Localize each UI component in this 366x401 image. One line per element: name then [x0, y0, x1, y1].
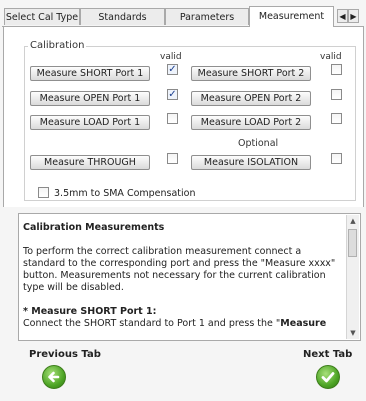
measure-load-port2-button[interactable]: Measure LOAD Port 2 — [191, 115, 311, 130]
valid-isolation-checkbox[interactable] — [331, 153, 342, 164]
valid-short-port1-checkbox[interactable]: ✓ — [167, 64, 178, 75]
next-tab-label: Next Tab — [303, 349, 353, 360]
valid-load-port2-checkbox[interactable] — [331, 113, 342, 124]
optional-label: Optional — [238, 138, 279, 149]
next-tab-button[interactable] — [316, 365, 340, 389]
arrow-left-icon — [48, 371, 60, 383]
description-step-text: Connect the SHORT standard to Port 1 and… — [23, 318, 341, 330]
description-title: Calibration Measurements — [23, 222, 165, 233]
measure-short-port1-button[interactable]: Measure SHORT Port 1 — [30, 66, 150, 81]
previous-tab-label: Previous Tab — [29, 349, 101, 360]
measure-short-port2-button[interactable]: Measure SHORT Port 2 — [191, 66, 311, 81]
description-step-bold: Measure — [280, 318, 327, 329]
measure-through-button[interactable]: Measure THROUGH — [30, 155, 150, 170]
description-scrollbar[interactable]: ▲ ▼ — [346, 215, 359, 339]
description-step-body: Connect the SHORT standard to Port 1 and… — [23, 318, 281, 329]
calibration-legend: Calibration — [28, 40, 87, 51]
valid-load-port1-checkbox[interactable] — [167, 113, 178, 124]
valid-header-port1: valid — [160, 52, 182, 62]
sma-compensation-checkbox[interactable] — [38, 187, 49, 198]
previous-tab-button[interactable] — [42, 365, 66, 389]
scroll-down-icon[interactable]: ▼ — [347, 327, 359, 339]
calibration-group: Calibration valid valid Measure SHORT Po… — [0, 0, 366, 210]
valid-through-checkbox[interactable] — [167, 153, 178, 164]
measure-open-port1-button[interactable]: Measure OPEN Port 1 — [30, 91, 150, 106]
measure-open-port2-button[interactable]: Measure OPEN Port 2 — [191, 91, 311, 106]
description-paragraph: To perform the correct calibration measu… — [23, 246, 336, 293]
measure-load-port1-button[interactable]: Measure LOAD Port 1 — [30, 115, 150, 130]
scroll-up-icon[interactable]: ▲ — [347, 215, 359, 227]
sma-compensation-label: 3.5mm to SMA Compensation — [54, 188, 196, 199]
valid-header-port2: valid — [320, 52, 342, 62]
check-icon: ✓ — [168, 89, 177, 100]
measure-isolation-button[interactable]: Measure ISOLATION — [191, 155, 311, 170]
valid-open-port1-checkbox[interactable]: ✓ — [167, 89, 178, 100]
description-text: Calibration Measurements To perform the … — [23, 222, 341, 330]
valid-short-port2-checkbox[interactable] — [331, 64, 342, 75]
check-icon: ✓ — [168, 64, 177, 75]
description-step-title: * Measure SHORT Port 1: — [23, 306, 157, 317]
checkmark-icon — [321, 372, 335, 383]
scroll-thumb[interactable] — [348, 229, 357, 257]
description-panel: Calibration Measurements To perform the … — [18, 213, 361, 341]
valid-open-port2-checkbox[interactable] — [331, 89, 342, 100]
